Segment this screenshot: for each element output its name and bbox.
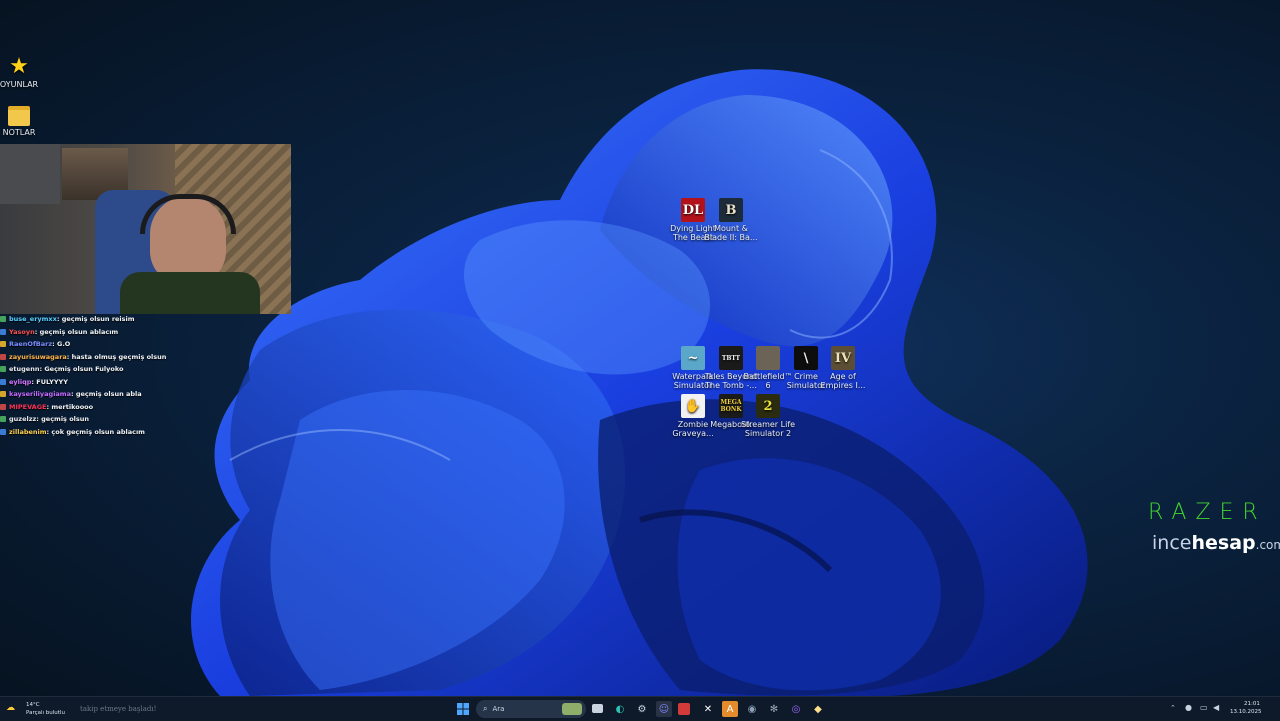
chat-badge-icon (0, 328, 6, 335)
discord-icon[interactable]: ☺ (656, 701, 672, 717)
chat-text: : hasta olmuş geçmiş olsun (66, 352, 167, 361)
chat-username: Yasoyn (9, 327, 35, 336)
razer-logo: RAZER (1148, 500, 1267, 525)
app-circle-icon[interactable]: ◉ (744, 701, 760, 717)
chat-message: eyliqp: FULYYYY (0, 376, 300, 389)
desktop-icon-notlar[interactable]: NOTLAR (0, 102, 47, 137)
desktop-icon-oyunlar[interactable]: ★ OYUNLAR (0, 54, 47, 89)
chat-text: : geçmiş olsun abla (70, 390, 142, 398)
chat-message: Yasoyn: geçmiş olsun ablacım (0, 326, 300, 339)
chat-username: MIPEVAGE (9, 402, 47, 411)
tray-chevron-icon[interactable]: ⌃ (1170, 704, 1176, 712)
incehesap-part-c: .com (1255, 538, 1280, 552)
task-view-button[interactable] (592, 704, 603, 713)
desktop-icon-label: Mount & Blade II: Ba... (704, 224, 758, 242)
clock-time[interactable]: 21:01 (1244, 701, 1260, 707)
zombie-graveyard-icon: ✋ (681, 394, 705, 418)
weather-widget[interactable]: ☁ 14°C Parçalı bulutlu (6, 700, 66, 718)
chat-username: RaenOfBarz (9, 340, 53, 348)
chat-text: : FULYYYY (31, 377, 68, 386)
streamer-body (120, 272, 260, 314)
chat-message: buse_erymxx: geçmiş olsun reisim (0, 313, 300, 326)
volume-icon[interactable]: ◀ (1213, 703, 1219, 712)
shelf (0, 144, 60, 204)
desktop-icon-label: Streamer Life Simulator 2 (740, 420, 796, 438)
microphone-icon[interactable]: ● (1185, 703, 1192, 712)
chat-message: zillabenim: çok geçmiş olsun ablacım (0, 426, 300, 439)
start-button[interactable] (455, 701, 471, 717)
chat-text: : çok geçmiş olsun ablacım (46, 427, 145, 436)
chat-badge-icon (0, 316, 6, 322)
chat-badge-icon (0, 403, 6, 410)
folder-icon (8, 106, 30, 126)
dying-light-icon: DL (681, 198, 705, 222)
desktop-game-icon[interactable]: B Mount & Blade II: Ba... (703, 198, 759, 242)
app-settings-icon[interactable]: ✻ (766, 701, 782, 717)
streamer-life-icon: 2 (756, 394, 780, 418)
stream-chat: buse_erymxx: geçmiş olsun reisim Yasoyn: … (0, 313, 300, 438)
chat-badge-icon (0, 391, 6, 397)
app-purple-icon[interactable]: ◎ (788, 701, 804, 717)
windows-icon (457, 703, 469, 715)
search-highlight-icon (562, 703, 582, 715)
chat-username: etugenn (9, 365, 40, 373)
chat-message: MIPEVAGE: mertikoooo (0, 401, 300, 414)
chat-text: : geçmiş olsun reisim (56, 315, 135, 323)
weather-icon: ☁ (6, 703, 15, 713)
desktop-icon-label: OYUNLAR (0, 80, 39, 89)
app-orange-icon[interactable]: A (722, 701, 738, 717)
app-red-icon[interactable] (678, 703, 690, 715)
chat-username: eyliqp (9, 377, 32, 386)
chat-message: kayseriliyagiama: geçmiş olsun abla (0, 388, 300, 401)
chat-text: : Geçmiş olsun Fulyoko (39, 365, 124, 373)
age-of-empires-icon: IV (831, 346, 855, 370)
chat-text: : geçmiş olsun ablacım (34, 327, 119, 336)
weather-temp: 14°C (26, 702, 40, 708)
chat-text: : G.O (52, 340, 71, 348)
chat-badge-icon (0, 366, 6, 372)
chat-text: : mertikoooo (46, 402, 94, 411)
battlefield-icon (756, 346, 780, 370)
search-icon: ⌕ (483, 704, 488, 713)
chat-message: RaenOfBarz: G.O (0, 338, 300, 351)
taskbar-search[interactable]: ⌕ Ara (476, 700, 586, 718)
chat-message: zayurisuwagara: hasta olmuş geçmiş olsun (0, 351, 300, 364)
chat-username: kayseriliyagiama (9, 390, 71, 398)
chat-text: : geçmiş olsun (36, 415, 90, 423)
desktop-icon-label: Age of Empires I... (820, 372, 866, 390)
chat-username: buse_erymxx (9, 315, 57, 323)
chat-message: etugenn: Geçmiş olsun Fulyoko (0, 363, 300, 376)
star-icon: ★ (9, 53, 29, 79)
edge-icon[interactable]: ◐ (612, 701, 628, 717)
chat-username: zayurisuwagara (9, 352, 67, 361)
chat-badge-icon (0, 353, 6, 360)
capcut-icon[interactable]: ✕ (700, 701, 716, 717)
desktop-game-icon[interactable]: 2 Streamer Life Simulator 2 (740, 394, 796, 438)
incehesap-logo: incehesap.com (1152, 532, 1280, 554)
chat-message: guzelzz: geçmiş olsun (0, 413, 300, 426)
taskbar: ☁ 14°C Parçalı bulutlu takip etmeye başl… (0, 696, 1280, 721)
search-placeholder: Ara (492, 705, 505, 713)
weather-desc: Parçalı bulutlu (26, 710, 65, 716)
desktop-game-icon[interactable]: IV Age of Empires I... (815, 346, 871, 390)
bannerlord-icon: B (719, 198, 743, 222)
follow-ticker: takip etmeye başladı! (80, 705, 157, 713)
desktop-icon-label: NOTLAR (2, 128, 36, 137)
chat-badge-icon (0, 378, 6, 385)
waterpark-icon: ~ (681, 346, 705, 370)
chat-username: zillabenim (9, 427, 47, 436)
clock-date[interactable]: 13.10.2025 (1230, 709, 1262, 715)
chat-badge-icon (0, 341, 6, 347)
chat-badge-icon (0, 428, 6, 435)
network-icon[interactable]: ▭ (1200, 703, 1208, 712)
chat-badge-icon (0, 416, 6, 422)
chat-username: guzelzz (9, 415, 37, 423)
app-yellow-icon[interactable]: ◆ (810, 701, 826, 717)
incehesap-part-a: ince (1152, 532, 1192, 554)
webcam-overlay (0, 144, 291, 314)
incehesap-part-b: hesap (1191, 532, 1256, 554)
steam-icon[interactable]: ⚙ (634, 701, 650, 717)
